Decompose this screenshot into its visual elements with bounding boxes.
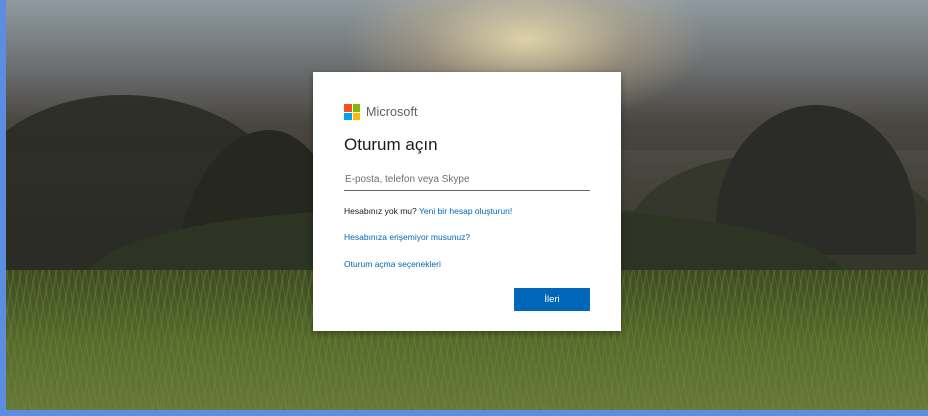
logo-square-yellow xyxy=(352,112,360,120)
no-account-row: Hesabınız yok mu? Yeni bir hesap oluştur… xyxy=(344,206,590,216)
cant-access-link[interactable]: Hesabınıza erişemiyor musunuz? xyxy=(344,232,470,242)
create-account-link[interactable]: Yeni bir hesap oluşturun! xyxy=(419,206,512,216)
page-title: Oturum açın xyxy=(344,135,438,154)
next-button[interactable]: İleri xyxy=(514,288,590,311)
logo-square-red xyxy=(344,104,352,112)
signin-card: Microsoft Oturum açın Hesabınız yok mu? … xyxy=(313,72,621,331)
brand-header: Microsoft xyxy=(344,104,590,120)
signin-options-row: Oturum açma seçenekleri xyxy=(344,259,590,269)
no-account-text: Hesabınız yok mu? xyxy=(344,206,417,216)
logo-square-blue xyxy=(344,112,352,120)
button-row: İleri xyxy=(344,288,590,311)
microsoft-logo-icon xyxy=(344,104,360,120)
logo-square-green xyxy=(352,104,360,112)
cant-access-row: Hesabınıza erişemiyor musunuz? xyxy=(344,232,590,242)
signin-options-link[interactable]: Oturum açma seçenekleri xyxy=(344,259,441,269)
email-field[interactable] xyxy=(344,169,590,191)
brand-name: Microsoft xyxy=(366,105,418,119)
